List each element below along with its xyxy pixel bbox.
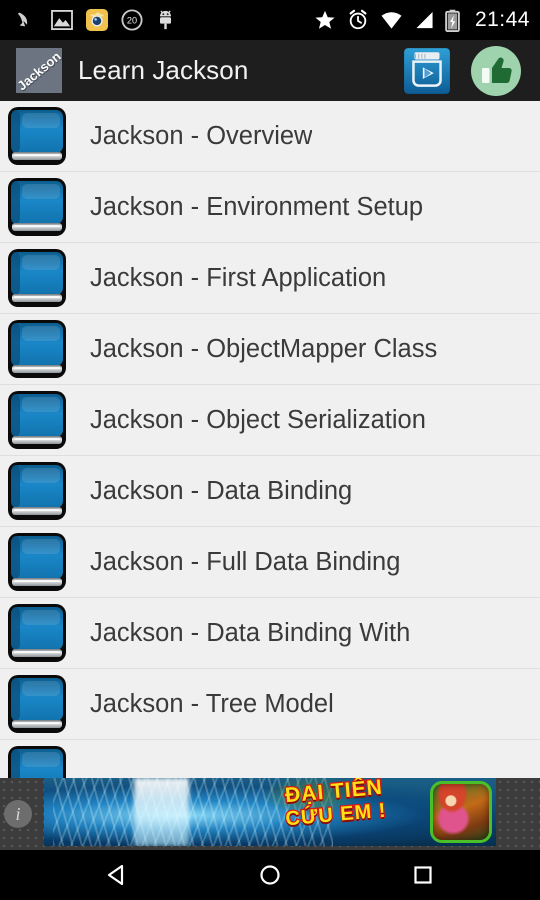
app-logo-icon: Jackson: [16, 48, 62, 93]
ad-foliage-art: [260, 778, 361, 817]
list-item-label: Jackson - First Application: [90, 263, 387, 292]
list-item-label: Jackson - Tree Model: [90, 689, 334, 718]
android-robot-icon: [160, 10, 171, 30]
ad-container: i ĐẠI TIÊN CỨU EM !: [0, 778, 540, 850]
list-item[interactable]: Jackson - Overview: [0, 101, 540, 172]
list-item[interactable]: Jackson - ObjectMapper Class: [0, 314, 540, 385]
nav-recents-button[interactable]: [399, 851, 447, 899]
book-icon: [8, 532, 66, 591]
wifi-icon: [381, 11, 402, 29]
list-item[interactable]: Jackson - Tree Model: [0, 669, 540, 740]
google-play-store-icon[interactable]: [402, 46, 452, 96]
book-icon: [8, 390, 66, 449]
battery-charging-icon: [445, 9, 460, 32]
list-item-label: Jackson - Data Binding: [90, 476, 353, 505]
book-icon: [8, 177, 66, 236]
list-item[interactable]: Jackson - Full Data Binding: [0, 527, 540, 598]
android-navigation-bar: [0, 850, 540, 900]
book-icon: [8, 603, 66, 662]
page-title: Learn Jackson: [78, 55, 249, 85]
list-item-label: Jackson - Data Binding With: [90, 618, 411, 647]
list-item-label: Jackson - Environment Setup: [90, 192, 424, 221]
nav-back-button[interactable]: [93, 851, 141, 899]
battery-saver-20-icon: 20: [121, 9, 143, 31]
list-item-label: Jackson - Overview: [90, 121, 313, 150]
status-bar-clock: 21:44: [474, 8, 530, 31]
app-logo-label: Jackson: [16, 48, 62, 93]
list-item[interactable]: Jackson - First Application: [0, 243, 540, 314]
book-icon: [8, 106, 66, 165]
star-icon: [315, 10, 335, 29]
list-item-label: Jackson - Object Serialization: [90, 405, 426, 434]
ad-waterfall-art: [134, 778, 189, 846]
list-item[interactable]: Jackson - Data Binding With: [0, 598, 540, 669]
action-bar: Jackson Learn Jackson: [0, 40, 540, 101]
home-circle-icon: [260, 865, 280, 885]
alarm-clock-icon: [349, 9, 367, 30]
image-icon: [51, 10, 73, 30]
book-icon: [8, 319, 66, 378]
thumbs-up-rate-icon[interactable]: [468, 43, 524, 99]
action-bar-actions: [402, 43, 524, 99]
list-item-label: Jackson - Full Data Binding: [90, 547, 401, 576]
nav-home-button[interactable]: [246, 851, 294, 899]
status-bar: 20 21:44: [0, 0, 540, 40]
status-bar-system-icons: 21:44: [314, 8, 530, 32]
book-icon: [8, 745, 66, 778]
swipe-gesture-icon: [17, 12, 28, 27]
list-item-label: Jackson - ObjectMapper Class: [90, 334, 438, 363]
list-item[interactable]: Jackson - Object Serialization: [0, 385, 540, 456]
ad-banner[interactable]: ĐẠI TIÊN CỨU EM !: [44, 778, 496, 846]
book-icon: [8, 248, 66, 307]
cellular-signal-icon: [416, 11, 433, 28]
svg-text:20: 20: [127, 16, 137, 26]
list-item[interactable]: Jackson - Environment Setup: [0, 172, 540, 243]
phone-screen: 20 21:44 Jackson Learn Jackson Jackson -…: [0, 0, 540, 900]
book-icon: [8, 461, 66, 520]
recents-square-icon: [414, 866, 432, 884]
ad-game-icon[interactable]: [430, 781, 492, 843]
back-triangle-icon: [107, 864, 123, 886]
lesson-list[interactable]: Jackson - Overview Jackson - Environment…: [0, 101, 540, 778]
ad-info-icon[interactable]: i: [4, 800, 32, 828]
list-item[interactable]: Jackson - Data Binding: [0, 456, 540, 527]
book-icon: [8, 674, 66, 733]
list-item[interactable]: [0, 740, 540, 778]
status-bar-notifications: 20: [10, 9, 314, 31]
camera-app-icon: [86, 9, 108, 31]
